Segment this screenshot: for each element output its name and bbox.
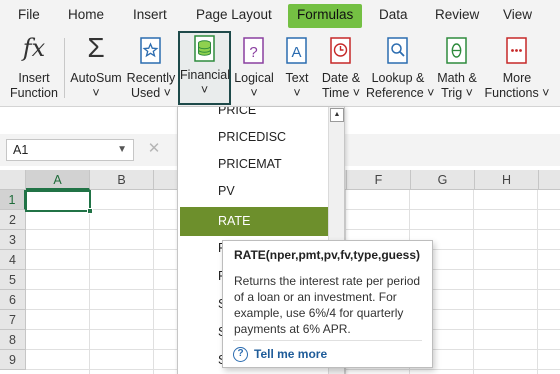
list-item[interactable]: PRICEDISC	[180, 124, 328, 151]
logical-button[interactable]: ? Logical ˅	[232, 34, 276, 106]
tell-me-more-label: Tell me more	[254, 347, 328, 361]
column-header[interactable]: F	[347, 170, 411, 190]
star-book-icon	[138, 36, 164, 69]
tab-review[interactable]: Review	[433, 4, 481, 28]
row-header[interactable]: 6	[0, 290, 26, 310]
clock-book-icon	[328, 36, 354, 69]
function-tooltip: RATE(nper,pmt,pv,fv,type,guess) Returns …	[222, 240, 433, 368]
list-item[interactable]: PV	[180, 178, 328, 205]
insert-function-button[interactable]: fx Insert Function	[6, 34, 62, 106]
financial-button[interactable]: Financial ˅	[178, 31, 231, 105]
tab-insert[interactable]: Insert	[131, 4, 169, 28]
row-header[interactable]: 5	[0, 270, 26, 290]
row-header[interactable]: 9	[0, 350, 26, 370]
list-item[interactable]: PRICE	[180, 107, 328, 124]
svg-text:A: A	[291, 44, 301, 61]
active-cell[interactable]	[25, 190, 93, 214]
theta-book-icon	[444, 36, 470, 69]
magnifier-book-icon	[385, 36, 411, 69]
math-trig-button[interactable]: Math & Trig ˅	[432, 34, 482, 106]
column-header[interactable]: B	[90, 170, 154, 190]
svg-text:?: ?	[249, 44, 257, 61]
scroll-up-arrow-icon[interactable]: ▲	[330, 108, 344, 122]
help-icon: ?	[233, 347, 248, 363]
chevron-down-icon[interactable]: ▼	[117, 140, 127, 160]
text-button[interactable]: A Text ˅	[278, 34, 316, 106]
row-header[interactable]: 7	[0, 310, 26, 330]
tooltip-signature: RATE(nper,pmt,pv,fv,type,guess)	[234, 248, 421, 262]
tooltip-divider	[233, 340, 422, 341]
name-box[interactable]: A1 ▼	[6, 139, 134, 161]
tab-formulas[interactable]: Formulas	[288, 4, 363, 28]
list-item-highlighted[interactable]: RATE	[180, 207, 328, 236]
column-header[interactable]: G	[411, 170, 475, 190]
row-header[interactable]: 3	[0, 230, 26, 250]
tab-home[interactable]: Home	[66, 4, 106, 28]
column-header[interactable]	[539, 170, 560, 190]
tab-file[interactable]: File	[16, 4, 42, 28]
row-header[interactable]: 2	[0, 210, 26, 230]
name-box-value: A1	[13, 143, 29, 157]
coins-book-icon	[192, 34, 218, 67]
tab-view[interactable]: View	[501, 4, 534, 28]
tell-me-more-link[interactable]: ? Tell me more	[233, 345, 327, 363]
date-time-button[interactable]: Date & Time ˅	[318, 34, 364, 106]
autosum-button[interactable]: Σ AutoSum ˅	[68, 32, 124, 106]
ribbon-tabs: File Home Insert Page Layout Formulas Da…	[0, 0, 560, 30]
tab-page-layout[interactable]: Page Layout	[194, 4, 274, 28]
lookup-reference-button[interactable]: Lookup & Reference ˅	[366, 34, 434, 106]
ribbon-divider	[64, 38, 65, 98]
fx-icon: fx	[22, 34, 46, 62]
more-book-icon	[504, 36, 530, 69]
list-item[interactable]: PRICEMAT	[180, 151, 328, 178]
column-header[interactable]: A	[26, 170, 90, 190]
tab-data[interactable]: Data	[377, 4, 410, 28]
row-header[interactable]: 8	[0, 330, 26, 350]
column-header[interactable]: H	[475, 170, 539, 190]
row-header[interactable]: 4	[0, 250, 26, 270]
tooltip-description: Returns the interest rate per period of …	[234, 274, 421, 336]
more-functions-button[interactable]: More Functions ˅	[484, 34, 550, 106]
recently-used-button[interactable]: Recently Used ˅	[124, 34, 178, 106]
row-header[interactable]: 1	[0, 190, 26, 210]
select-all-corner[interactable]	[0, 170, 26, 190]
ribbon: fx Insert Function Σ AutoSum ˅ Recently …	[0, 30, 560, 107]
sigma-icon: Σ	[87, 32, 105, 63]
text-book-icon: A	[284, 36, 310, 69]
close-icon[interactable]: ✕	[142, 139, 166, 161]
fill-handle[interactable]	[87, 208, 93, 214]
question-book-icon: ?	[241, 36, 267, 69]
